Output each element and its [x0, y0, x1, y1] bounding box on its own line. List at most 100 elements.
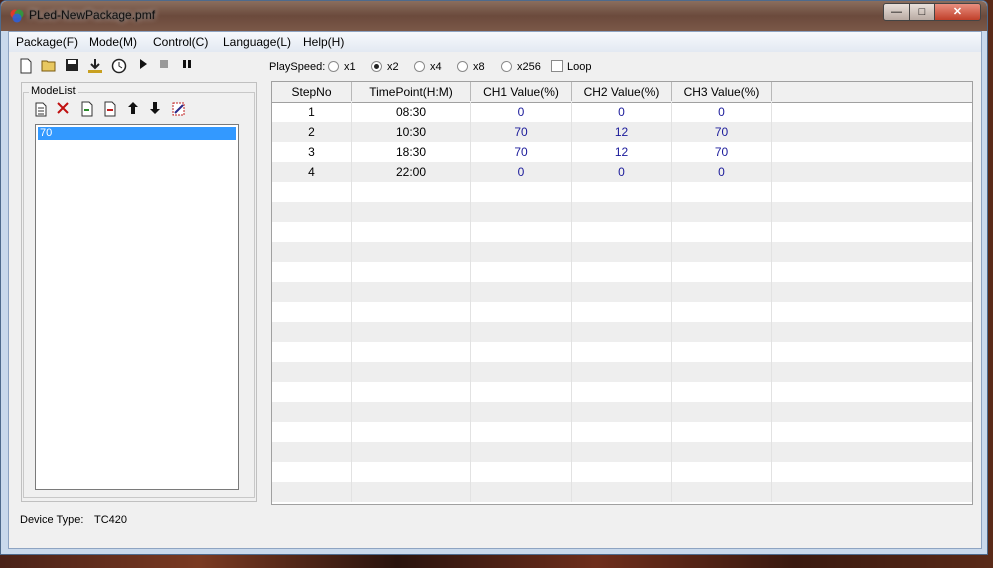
table-cell[interactable]	[672, 262, 772, 282]
table-cell[interactable]	[471, 482, 572, 502]
table-cell[interactable]	[672, 202, 772, 222]
table-cell[interactable]	[572, 482, 672, 502]
table-row[interactable]	[272, 262, 972, 282]
table-cell[interactable]	[352, 322, 471, 342]
close-button[interactable]: ✕	[934, 3, 981, 21]
modelist-listbox[interactable]: 70	[35, 124, 239, 490]
table-cell[interactable]	[572, 362, 672, 382]
table-cell[interactable]: 22:00	[352, 162, 471, 182]
table-cell[interactable]: 1	[272, 102, 352, 122]
table-cell[interactable]: 70	[672, 122, 772, 142]
table-cell[interactable]: 0	[471, 102, 572, 122]
table-cell[interactable]	[672, 282, 772, 302]
table-cell[interactable]	[352, 302, 471, 322]
table-cell[interactable]	[471, 322, 572, 342]
table-cell[interactable]	[672, 462, 772, 482]
table-cell[interactable]	[352, 402, 471, 422]
table-cell[interactable]	[471, 342, 572, 362]
table-cell[interactable]: 10:30	[352, 122, 471, 142]
table-cell[interactable]: 08:30	[352, 102, 471, 122]
table-row[interactable]	[272, 462, 972, 482]
maximize-button[interactable]: □	[909, 3, 935, 21]
table-cell[interactable]	[471, 382, 572, 402]
table-row[interactable]	[272, 322, 972, 342]
table-cell[interactable]	[572, 462, 672, 482]
table-cell[interactable]	[352, 342, 471, 362]
table-row[interactable]: 1 08:30 0 0 0	[272, 102, 972, 122]
play-icon[interactable]	[135, 58, 151, 74]
table-cell[interactable]	[572, 282, 672, 302]
clock-icon[interactable]	[111, 58, 127, 74]
table-cell[interactable]	[272, 482, 352, 502]
table-cell[interactable]: 0	[572, 162, 672, 182]
header-ch2[interactable]: CH2 Value(%)	[572, 82, 672, 101]
table-cell[interactable]	[352, 482, 471, 502]
table-cell[interactable]	[471, 222, 572, 242]
table-cell[interactable]	[572, 322, 672, 342]
table-cell[interactable]	[272, 242, 352, 262]
speed-x2-radio[interactable]	[371, 61, 382, 72]
table-cell[interactable]	[572, 222, 672, 242]
table-cell[interactable]	[672, 442, 772, 462]
table-cell[interactable]	[272, 322, 352, 342]
table-cell[interactable]: 0	[672, 162, 772, 182]
table-cell[interactable]	[672, 182, 772, 202]
table-cell[interactable]	[672, 402, 772, 422]
header-ch3[interactable]: CH3 Value(%)	[672, 82, 772, 101]
table-cell[interactable]: 70	[471, 142, 572, 162]
table-cell[interactable]	[672, 422, 772, 442]
table-row[interactable]: 3 18:30 70 12 70	[272, 142, 972, 162]
table-cell[interactable]: 0	[471, 162, 572, 182]
table-cell[interactable]: 12	[572, 142, 672, 162]
table-cell[interactable]	[352, 382, 471, 402]
minimize-button[interactable]: —	[883, 3, 910, 21]
table-row[interactable]	[272, 282, 972, 302]
download-icon[interactable]	[87, 58, 103, 74]
table-cell[interactable]	[471, 282, 572, 302]
table-cell[interactable]	[471, 202, 572, 222]
edit-icon[interactable]	[171, 101, 187, 117]
open-folder-icon[interactable]	[41, 58, 57, 74]
table-cell[interactable]	[352, 182, 471, 202]
table-cell[interactable]: 70	[471, 122, 572, 142]
speed-x1-radio[interactable]	[328, 61, 339, 72]
table-cell[interactable]	[352, 202, 471, 222]
table-row[interactable]	[272, 302, 972, 322]
table-cell[interactable]	[572, 242, 672, 262]
menu-help[interactable]: Help(H)	[303, 35, 344, 49]
table-cell[interactable]	[352, 262, 471, 282]
table-row[interactable]	[272, 442, 972, 462]
table-cell[interactable]: 4	[272, 162, 352, 182]
table-row[interactable]	[272, 202, 972, 222]
table-cell[interactable]	[272, 262, 352, 282]
table-cell[interactable]	[272, 422, 352, 442]
header-stepno[interactable]: StepNo	[272, 82, 352, 101]
table-row[interactable]	[272, 422, 972, 442]
menu-language[interactable]: Language(L)	[223, 35, 291, 49]
table-cell[interactable]	[352, 362, 471, 382]
table-cell[interactable]	[572, 402, 672, 422]
table-cell[interactable]: 70	[672, 142, 772, 162]
header-timepoint[interactable]: TimePoint(H:M)	[352, 82, 471, 101]
table-cell[interactable]	[352, 422, 471, 442]
table-row[interactable]	[272, 242, 972, 262]
table-row[interactable]	[272, 342, 972, 362]
table-cell[interactable]	[471, 262, 572, 282]
table-row[interactable]	[272, 222, 972, 242]
table-cell[interactable]	[572, 262, 672, 282]
speed-x4-radio[interactable]	[414, 61, 425, 72]
table-cell[interactable]	[471, 242, 572, 262]
header-ch1[interactable]: CH1 Value(%)	[471, 82, 572, 101]
menu-control[interactable]: Control(C)	[153, 35, 208, 49]
table-row[interactable]	[272, 382, 972, 402]
speed-x8-radio[interactable]	[457, 61, 468, 72]
table-cell[interactable]	[572, 442, 672, 462]
table-cell[interactable]	[471, 182, 572, 202]
stop-icon[interactable]	[156, 58, 172, 74]
table-cell[interactable]	[272, 302, 352, 322]
export-icon[interactable]	[102, 101, 118, 117]
table-cell[interactable]	[272, 342, 352, 362]
table-cell[interactable]	[672, 382, 772, 402]
table-cell[interactable]	[471, 442, 572, 462]
loop-checkbox[interactable]	[551, 60, 563, 72]
